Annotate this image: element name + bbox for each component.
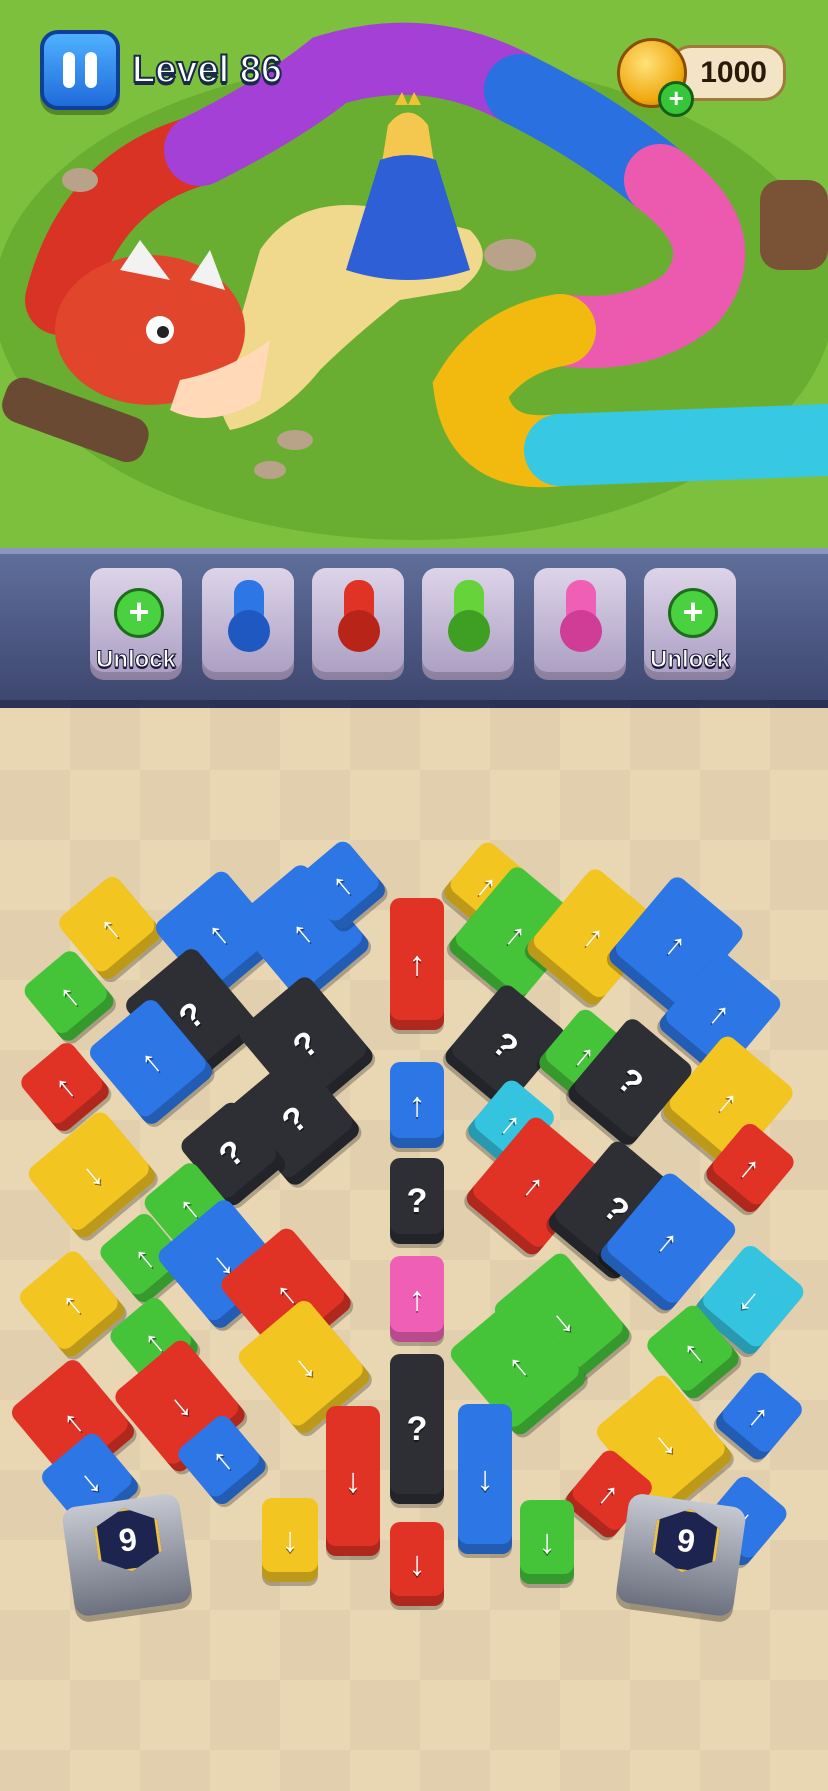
car-red[interactable]: ↑ — [390, 898, 444, 1030]
car-mystery[interactable]: ? — [390, 1158, 444, 1244]
coin-icon: + — [617, 38, 695, 117]
plus-icon[interactable]: + — [658, 81, 695, 117]
coin-counter[interactable]: + 1000 — [617, 38, 786, 117]
cannon-slot-pink[interactable] — [534, 568, 626, 680]
plus-icon: + — [668, 588, 718, 638]
pink-cannon-icon — [560, 580, 602, 660]
cannon-tray: + Unlock + Unlock — [0, 548, 828, 708]
red-cannon-icon — [338, 580, 380, 660]
car-blue[interactable]: ↑ — [390, 1062, 444, 1148]
parking-board: ↑ ↑ ? ↑ ? ↓ ↑ ↑ ↑ ↑ ↑ ? ? ↑ ↑ ? ? ↓ ↑ ↑ … — [0, 700, 828, 1791]
car-green[interactable]: ↓ — [520, 1500, 574, 1584]
blue-cannon-icon — [228, 580, 270, 660]
game-screen: Level 86 + 1000 + Unlock + Unlock ↑ ↑ ? … — [0, 0, 828, 1791]
stump — [760, 180, 828, 270]
top-hud: Level 86 — [40, 30, 283, 110]
car-red[interactable]: ↓ — [390, 1522, 444, 1606]
green-cannon-icon — [448, 580, 490, 660]
tunnel-count-badge: 9 — [650, 1504, 722, 1576]
tunnel-right: 9 — [614, 1492, 748, 1618]
tunnel-count-badge: 9 — [92, 1504, 164, 1576]
unlock-label: Unlock — [95, 646, 176, 674]
tunnel-left: 9 — [60, 1492, 194, 1618]
plus-icon: + — [114, 588, 164, 638]
cannon-slot-red[interactable] — [312, 568, 404, 680]
locked-slot-right[interactable]: + Unlock — [644, 568, 736, 680]
pause-button[interactable] — [40, 30, 120, 110]
locked-slot-left[interactable]: + Unlock — [90, 568, 182, 680]
cannon-slot-green[interactable] — [422, 568, 514, 680]
car-red[interactable]: ↓ — [326, 1406, 380, 1556]
car-blue[interactable]: ↓ — [458, 1404, 512, 1554]
unlock-label: Unlock — [649, 646, 730, 674]
car-mystery[interactable]: ? — [390, 1354, 444, 1504]
pause-icon — [63, 52, 75, 88]
level-label: Level 86 — [131, 48, 283, 92]
car-pink[interactable]: ↑ — [390, 1256, 444, 1342]
car-yellow[interactable]: ↓ — [262, 1498, 318, 1582]
cannon-slot-blue[interactable] — [202, 568, 294, 680]
